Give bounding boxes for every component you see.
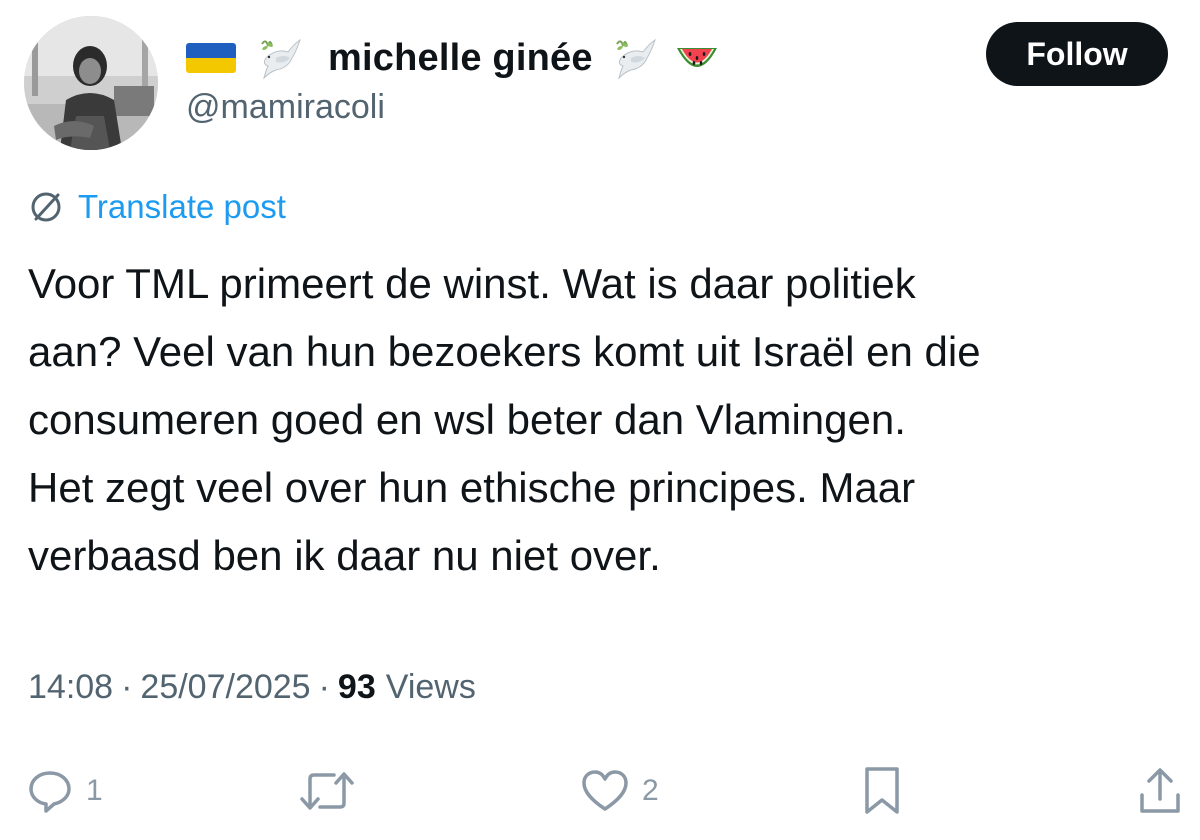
globe-icon — [28, 189, 64, 225]
like-button[interactable]: 2 — [580, 756, 659, 826]
meta-separator: · — [121, 668, 133, 706]
follow-button[interactable]: Follow — [986, 22, 1168, 86]
like-count: 2 — [642, 774, 659, 807]
author-name-row: michelle ginée — [186, 26, 729, 90]
dove-icon — [605, 30, 661, 86]
post-text: Voor TML primeert de winst. Wat is daar … — [28, 260, 981, 579]
repost-button[interactable] — [298, 756, 368, 826]
views-label: Views — [385, 668, 476, 706]
reply-count: 1 — [86, 774, 103, 807]
reply-icon — [29, 771, 71, 813]
bookmark-icon — [865, 767, 899, 814]
share-button[interactable] — [1136, 756, 1184, 826]
author-handle[interactable]: @mamiracoli — [186, 88, 385, 127]
post-date[interactable]: 25/07/2025 — [140, 668, 310, 707]
heart-icon — [582, 770, 628, 811]
author-display-name[interactable]: michelle ginée — [328, 37, 593, 80]
avatar-photo — [24, 16, 158, 150]
reply-button[interactable]: 1 — [26, 756, 103, 826]
watermelon-icon — [669, 30, 725, 86]
post-meta: 14:08 · 25/07/2025 · 93 Views — [28, 668, 476, 707]
translate-post-label: Translate post — [78, 188, 286, 225]
views-count: 93 — [337, 668, 376, 706]
post-time[interactable]: 14:08 — [28, 668, 113, 707]
translate-post-link[interactable]: Translate post — [28, 188, 286, 226]
ukraine-flag-icon — [186, 43, 236, 73]
repost-icon — [300, 772, 354, 810]
author-avatar[interactable] — [24, 16, 158, 150]
meta-separator: · — [318, 668, 330, 706]
post-actions-bar: 1 2 — [0, 756, 1200, 826]
share-icon — [1140, 768, 1180, 813]
bookmark-button[interactable] — [862, 756, 902, 826]
dove-icon — [250, 30, 306, 86]
